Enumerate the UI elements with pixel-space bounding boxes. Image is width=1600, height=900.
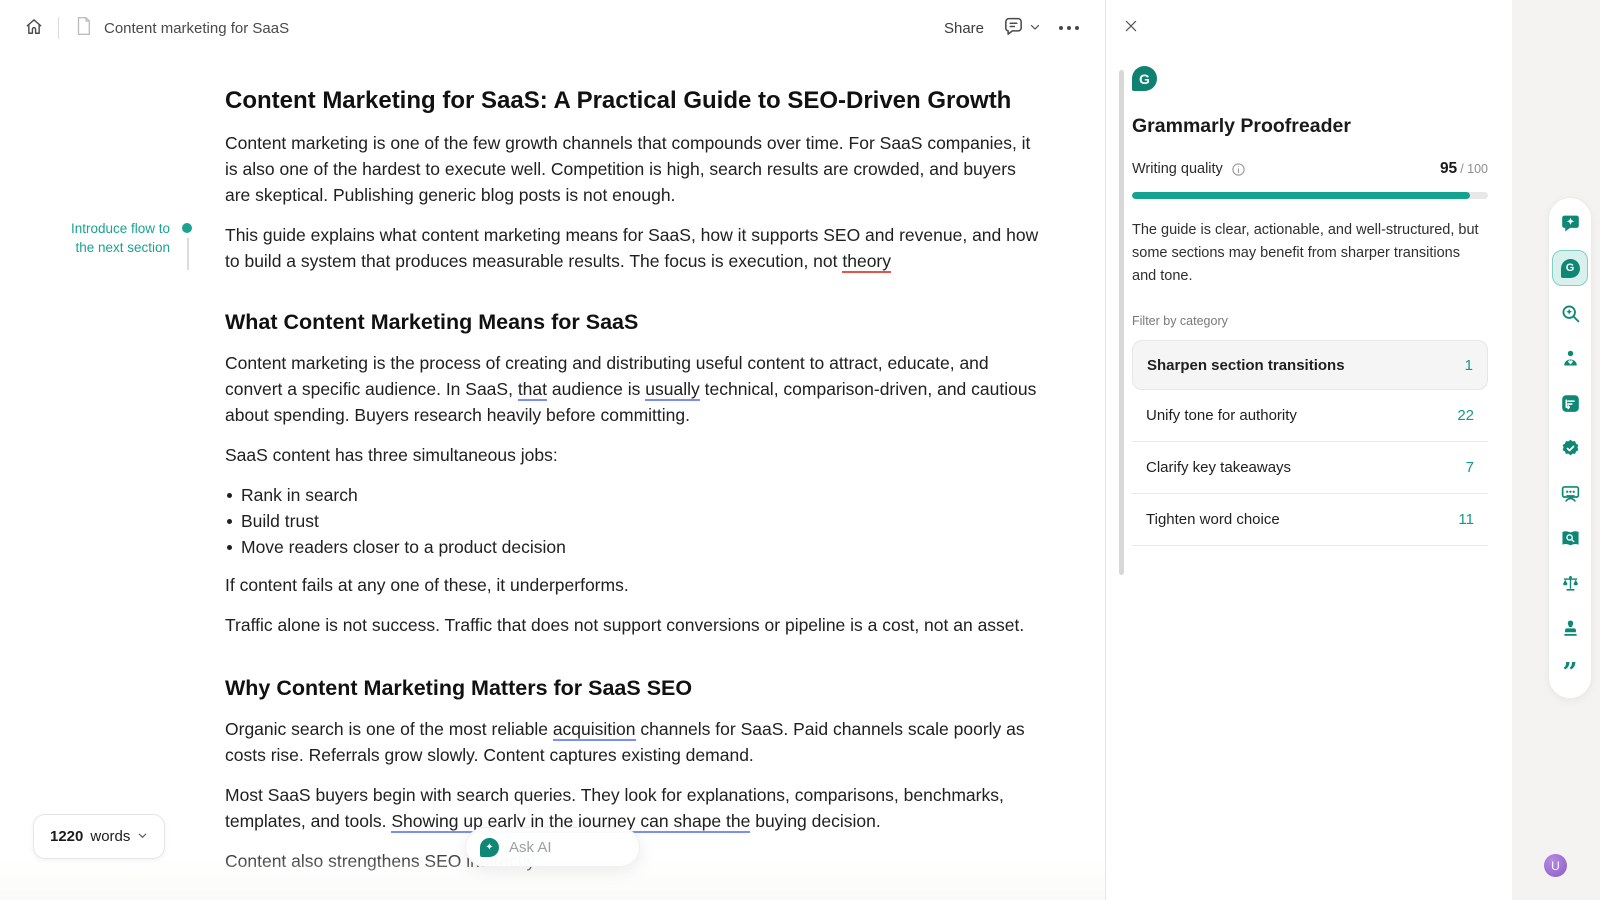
topbar-actions: Share xyxy=(944,15,1079,41)
doc-text: buying decision. xyxy=(750,811,880,831)
doc-heading-2: What Content Marketing Means for SaaS xyxy=(225,308,1043,336)
chevron-down-icon xyxy=(137,828,148,846)
quality-progress-track xyxy=(1132,192,1488,199)
doc-paragraph: Most SaaS buyers begin with search queri… xyxy=(225,782,1043,834)
doc-paragraph: SaaS content has three simultaneous jobs… xyxy=(225,442,1043,468)
ai-comment-icon[interactable] xyxy=(1559,212,1581,234)
doc-bullet-list: Rank in search Build trust Move readers … xyxy=(225,482,1043,560)
assistant-icon-rail: G xyxy=(1548,197,1592,699)
doc-heading-1: Content Marketing for SaaS: A Practical … xyxy=(225,86,1043,116)
quality-summary: The guide is clear, actionable, and well… xyxy=(1132,219,1488,288)
document-icon xyxy=(75,16,92,41)
category-row[interactable]: Tighten word choice 11 xyxy=(1132,494,1488,546)
citations-quotes-icon[interactable]: ” xyxy=(1559,662,1581,684)
home-button[interactable] xyxy=(24,17,44,40)
close-icon xyxy=(1123,22,1139,37)
right-strip: G xyxy=(1512,0,1600,900)
doc-paragraph: Content marketing is the process of crea… xyxy=(225,350,1043,428)
topbar: Content marketing for SaaS Share xyxy=(0,0,1105,56)
comment-dot-icon[interactable] xyxy=(182,223,192,233)
doc-text: audience is xyxy=(547,379,645,399)
filter-by-category-label: Filter by category xyxy=(1132,314,1488,328)
info-icon[interactable] xyxy=(1231,162,1246,177)
suggestion-blue-underline[interactable]: that xyxy=(518,379,547,401)
category-card-selected[interactable]: Sharpen section transitions 1 xyxy=(1132,340,1488,390)
doc-heading-2: Why Content Marketing Matters for SaaS S… xyxy=(225,674,1043,702)
fairness-scales-icon[interactable] xyxy=(1559,572,1581,594)
category-label: Clarify key takeaways xyxy=(1146,459,1291,476)
doc-paragraph: Organic search is one of the most reliab… xyxy=(225,716,1043,768)
word-count-value: 1220 xyxy=(50,828,83,845)
comment-thread-line xyxy=(187,238,189,270)
category-count: 1 xyxy=(1465,357,1473,374)
ask-ai-input[interactable]: ✦ Ask AI xyxy=(465,827,640,867)
quality-progress-fill xyxy=(1132,192,1470,199)
doc-paragraph: Content marketing is one of the few grow… xyxy=(225,130,1043,208)
category-label: Tighten word choice xyxy=(1146,511,1280,528)
document-title: Content marketing for SaaS xyxy=(104,20,289,37)
category-label: Unify tone for authority xyxy=(1146,407,1297,424)
category-count: 7 xyxy=(1466,459,1474,476)
suggestion-red-underline[interactable]: theory xyxy=(842,251,891,273)
panel-title: Grammarly Proofreader xyxy=(1132,115,1488,138)
category-count: 11 xyxy=(1458,511,1474,528)
close-panel-button[interactable] xyxy=(1121,16,1141,36)
grammarly-logo-icon: G xyxy=(1132,66,1157,91)
category-row[interactable]: Clarify key takeaways 7 xyxy=(1132,442,1488,494)
doc-bullet-item: Build trust xyxy=(225,508,1043,534)
comment-icon xyxy=(1002,15,1025,41)
doc-paragraph: Traffic alone is not success. Traffic th… xyxy=(225,612,1043,638)
doc-text: Organic search is one of the most reliab… xyxy=(225,719,553,739)
more-options-button[interactable] xyxy=(1059,26,1079,30)
suggestion-blue-underline[interactable]: acquisition xyxy=(553,719,636,741)
word-count-button[interactable]: 1220 words xyxy=(33,814,165,859)
chevron-down-icon xyxy=(1029,21,1041,36)
ellipsis-icon xyxy=(1059,26,1079,30)
doc-paragraph: This guide explains what content marketi… xyxy=(225,222,1043,274)
doc-text: This guide explains what content marketi… xyxy=(225,225,1038,271)
grammarly-app: Content marketing for SaaS Share Introdu… xyxy=(0,0,1600,900)
ai-sparkle-bubble-icon: ✦ xyxy=(480,838,499,857)
quality-score: 95/ 100 xyxy=(1440,160,1488,178)
panel-body: G Grammarly Proofreader Writing quality … xyxy=(1106,0,1512,546)
category-label: Sharpen section transitions xyxy=(1147,357,1345,374)
paraphrase-icon[interactable] xyxy=(1559,392,1581,414)
plagiarism-book-search-icon[interactable] xyxy=(1559,527,1581,549)
document-content: Content Marketing for SaaS: A Practical … xyxy=(225,56,1043,874)
user-avatar[interactable]: U xyxy=(1544,854,1567,877)
share-button[interactable]: Share xyxy=(944,20,984,37)
quality-score-max: / 100 xyxy=(1460,162,1488,176)
margin-comment[interactable]: Introduce flow to the next section xyxy=(60,219,170,257)
grammarly-icon[interactable]: G xyxy=(1552,250,1588,286)
doc-paragraph: If content fails at any one of these, it… xyxy=(225,572,1043,598)
doc-bullet-item: Move readers closer to a product decisio… xyxy=(225,534,1043,560)
writing-quality-label: Writing quality xyxy=(1132,161,1223,177)
badge-check-icon[interactable] xyxy=(1559,437,1581,459)
quality-score-value: 95 xyxy=(1440,160,1457,177)
doc-bullet-item: Rank in search xyxy=(225,482,1043,508)
panel-scrollbar[interactable] xyxy=(1119,70,1124,575)
home-icon xyxy=(24,17,44,40)
grammarly-g-glyph: G xyxy=(1561,259,1580,278)
document-area: Content marketing for SaaS Share Introdu… xyxy=(0,0,1106,900)
topbar-divider xyxy=(58,17,59,39)
category-row[interactable]: Unify tone for authority 22 xyxy=(1132,390,1488,442)
ask-ai-placeholder: Ask AI xyxy=(509,839,552,856)
category-count: 22 xyxy=(1457,407,1474,424)
grammarly-panel: G Grammarly Proofreader Writing quality … xyxy=(1106,0,1512,900)
search-sparkle-icon[interactable] xyxy=(1559,302,1581,324)
word-count-label: words xyxy=(90,828,130,845)
tone-person-heart-icon[interactable] xyxy=(1559,347,1581,369)
suggestion-blue-underline[interactable]: usually xyxy=(645,379,699,401)
writing-quality-row: Writing quality 95/ 100 xyxy=(1132,160,1488,178)
stamp-icon[interactable] xyxy=(1559,617,1581,639)
audience-board-icon[interactable] xyxy=(1559,482,1581,504)
comments-button[interactable] xyxy=(1002,15,1041,41)
